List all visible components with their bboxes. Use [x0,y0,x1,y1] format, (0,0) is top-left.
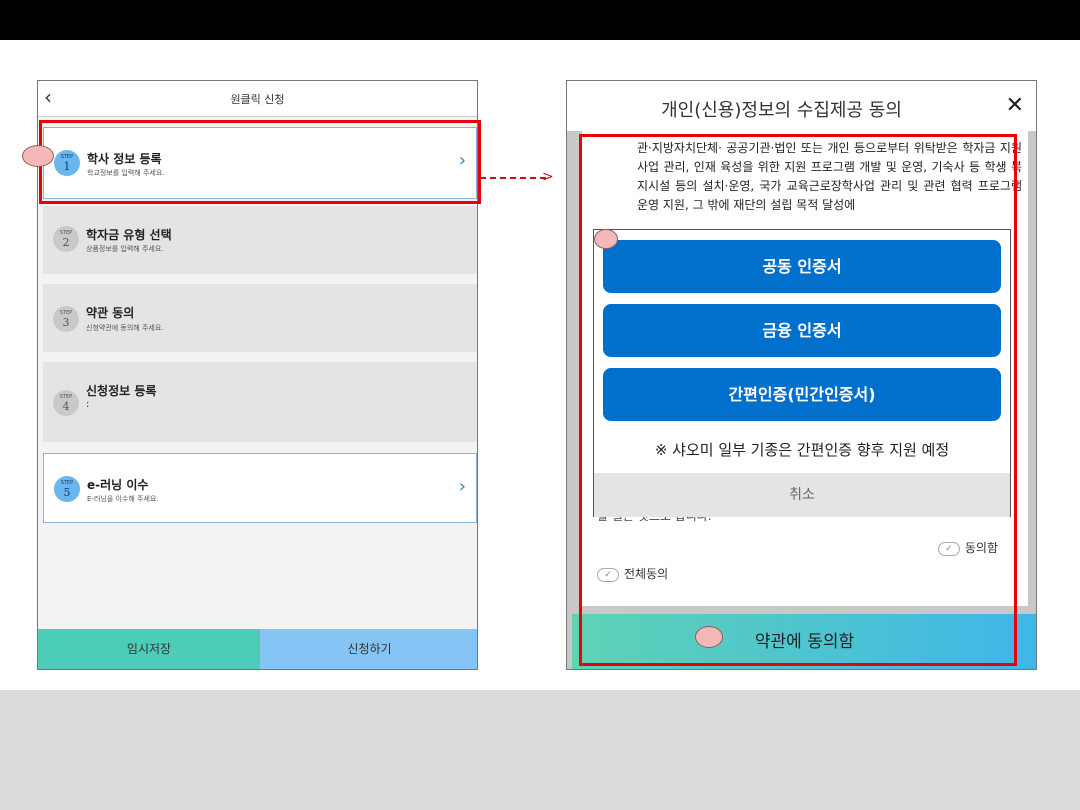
callout-marker [695,626,723,648]
close-icon[interactable]: ✕ [1006,93,1024,118]
dialog-header: 개인(신용)정보의 수집제공 동의 ✕ [567,81,1036,131]
apply-button[interactable]: 신청하기 [260,629,477,669]
chevron-right-icon: › [458,476,466,497]
step-item-2[interactable]: STEP 2 학자금 유형 선택 상품정보를 입력해 주세요. [43,206,477,274]
step-badge: STEP 3 [53,306,79,332]
dialog-title: 개인(신용)정보의 수집제공 동의 [661,100,902,121]
highlight-box-step1 [39,120,481,204]
step-item-3[interactable]: STEP 3 약관 동의 신청약관에 동의해 주세요. [43,284,477,352]
step-title: 신청정보 등록 [86,384,157,398]
step-desc: : [86,399,90,410]
step-title: 학자금 유형 선택 [86,228,172,242]
step-title: e-러닝 이수 [87,478,149,492]
step-item-5[interactable]: STEP 5 e-러닝 이수 E-러닝을 이수해 주세요. › [43,453,477,523]
step-badge: STEP 2 [53,226,79,252]
step-item-4[interactable]: STEP 4 신청정보 등록 : [43,362,477,442]
step-title: 약관 동의 [86,306,135,320]
step-desc: E-러닝을 이수해 주세요. [87,495,159,503]
slide-top-bar [0,0,1080,40]
app-header: ‹ 원클릭 신청 [38,81,477,117]
slide-bottom-bar [0,690,1080,810]
step-desc: 신청약관에 동의해 주세요. [86,324,164,332]
temp-save-button[interactable]: 임시저장 [38,629,260,669]
callout-marker [22,145,54,167]
step-desc: 상품정보를 입력해 주세요. [86,245,164,253]
step-badge: STEP 5 [54,476,80,502]
page-title: 원클릭 신청 [230,93,285,106]
arrow-connector [480,177,546,179]
highlight-box-consent [579,134,1017,666]
arrow-head-icon: > [542,169,554,185]
step-badge: STEP 4 [53,390,79,416]
callout-marker [594,229,618,249]
